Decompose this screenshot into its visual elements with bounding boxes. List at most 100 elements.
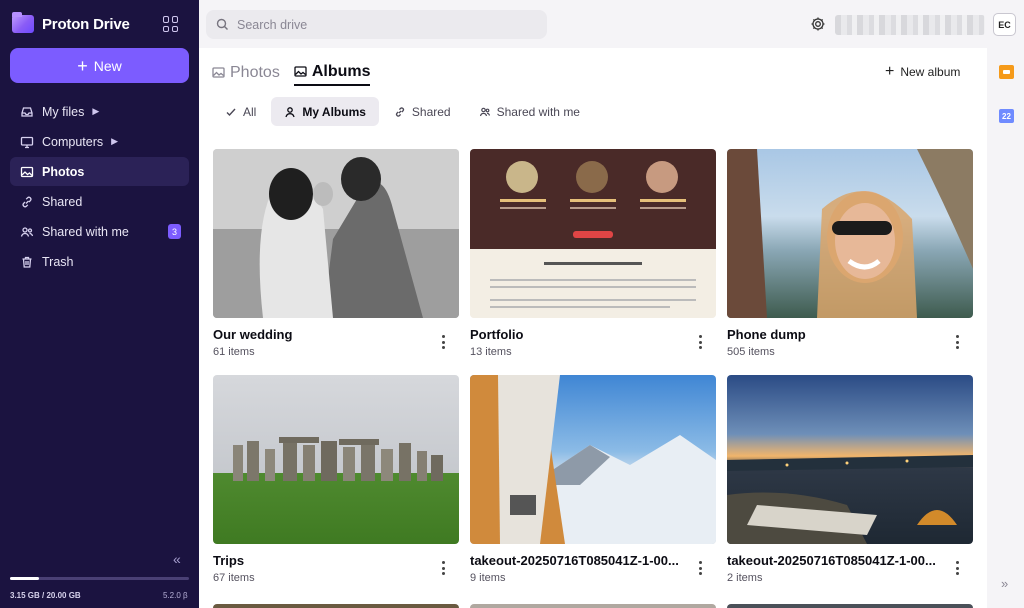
wedding-photo [213,149,459,318]
album-card-phone-dump[interactable]: Phone dump 505 items [727,149,973,358]
more-options-icon[interactable] [437,561,449,575]
caret-right-icon[interactable]: ▶ [111,136,118,147]
new-button-label: New [93,57,122,74]
album-thumbnail[interactable] [213,375,459,544]
album-thumbnail-partial[interactable] [470,604,716,608]
harbor-photo [727,455,973,544]
sidebar-nav: My files ▶ Computers ▶ Photos Shared Sha… [10,97,189,277]
album-thumbnail[interactable] [727,149,973,318]
link-icon [395,106,404,117]
album-item-count: 61 items [213,346,255,358]
album-card-our-wedding[interactable]: Our wedding 61 items [213,149,459,358]
album-thumbnail-partial[interactable] [727,604,973,608]
sidebar-item-label: Trash [42,254,74,269]
filter-all[interactable]: All [212,97,269,126]
avatar[interactable]: EC [993,13,1016,36]
storage-bar-fill [10,577,39,580]
album-title: Our wedding [213,327,293,342]
app-version: 5.2.0 β [163,591,188,600]
app-logo[interactable]: Proton Drive [12,12,130,36]
drive-app-icon[interactable] [999,65,1014,79]
top-bar: EC [199,0,1024,48]
album-card-trips[interactable]: Trips 67 items [213,375,459,584]
storage-bar [10,577,189,580]
new-button[interactable]: + New [10,48,189,83]
album-card-takeout-2[interactable]: takeout-20250716T085041Z-1-00... 2 items [727,375,973,584]
trash-icon [20,255,34,269]
filter-shared[interactable]: Shared [381,97,464,126]
tab-photos[interactable]: Photos [212,64,280,85]
album-card-portfolio[interactable]: Portfolio 13 items [470,149,716,358]
sidebar-item-shared[interactable]: Shared [10,187,189,216]
more-options-icon[interactable] [951,335,963,349]
stonehenge-photo [233,437,443,481]
album-thumbnail[interactable] [213,149,459,318]
app-switcher-icon[interactable] [163,16,179,32]
shared-count-badge: 3 [168,224,181,239]
album-title: Phone dump [727,327,806,342]
calendar-icon[interactable]: 22 [999,109,1014,123]
app-name: Proton Drive [42,15,130,33]
account-name-redacted[interactable] [835,15,985,35]
album-item-count: 2 items [727,572,763,584]
users-icon [479,107,490,116]
filter-label: All [243,104,257,119]
sidebar-item-computers[interactable]: Computers ▶ [10,127,189,156]
expand-rail-icon[interactable]: » [1001,576,1008,591]
inbox-icon [20,105,34,119]
search-box[interactable] [206,10,547,39]
album-thumbnail-partial[interactable] [213,604,459,608]
users-icon [20,225,34,239]
new-album-label: New album [900,65,961,79]
check-icon [226,108,236,116]
album-thumbnail[interactable] [727,375,973,544]
album-item-count: 13 items [470,346,512,358]
image-icon [20,165,34,179]
right-rail: 22 » [987,48,1024,608]
proton-drive-logo-icon [12,12,34,33]
user-icon [285,106,295,117]
sidebar-item-my-files[interactable]: My files ▶ [10,97,189,126]
plus-icon: + [885,63,895,80]
filter-label: Shared [411,104,451,119]
album-title: Trips [213,553,245,568]
portfolio-screenshot [470,149,716,318]
album-title: takeout-20250716T085041Z-1-00... [470,553,679,568]
tab-label: Albums [311,62,371,80]
filter-my-albums[interactable]: My Albums [271,97,379,126]
sidebar-item-label: Photos [42,164,85,179]
new-album-button[interactable]: + New album [885,64,960,80]
link-icon [20,195,34,209]
image-icon [212,67,225,78]
mountain-photo [470,375,716,544]
search-input[interactable] [237,17,517,32]
monitor-icon [20,135,34,149]
sidebar: Proton Drive + New My files ▶ Computers … [0,0,199,608]
sidebar-item-label: Shared [42,194,83,209]
album-item-count: 67 items [213,572,255,584]
sidebar-item-photos[interactable]: Photos [10,157,189,186]
gear-icon[interactable] [810,16,826,32]
filter-label: Shared with me [496,104,580,119]
sidebar-item-shared-with-me[interactable]: Shared with me 3 [10,217,189,246]
filter-label: My Albums [302,104,366,119]
filter-shared-with-me[interactable]: Shared with me [466,97,593,126]
more-options-icon[interactable] [694,335,706,349]
album-item-count: 505 items [727,346,775,358]
collapse-sidebar-icon[interactable]: « [173,551,181,567]
more-options-icon[interactable] [437,335,449,349]
caret-right-icon[interactable]: ▶ [92,106,99,117]
sidebar-item-trash[interactable]: Trash [10,247,189,276]
more-options-icon[interactable] [951,561,963,575]
album-card-takeout-1[interactable]: takeout-20250716T085041Z-1-00... 9 items [470,375,716,584]
more-options-icon[interactable] [694,561,706,575]
album-thumbnail[interactable] [470,375,716,544]
tab-label: Photos [230,63,280,81]
tab-albums[interactable]: Albums [293,62,371,86]
album-title: takeout-20250716T085041Z-1-00... [727,553,936,568]
album-icon [294,66,307,77]
selfie-photo [727,149,973,318]
search-icon [216,18,228,30]
album-thumbnail[interactable] [470,149,716,318]
sidebar-item-label: My files [42,104,85,119]
